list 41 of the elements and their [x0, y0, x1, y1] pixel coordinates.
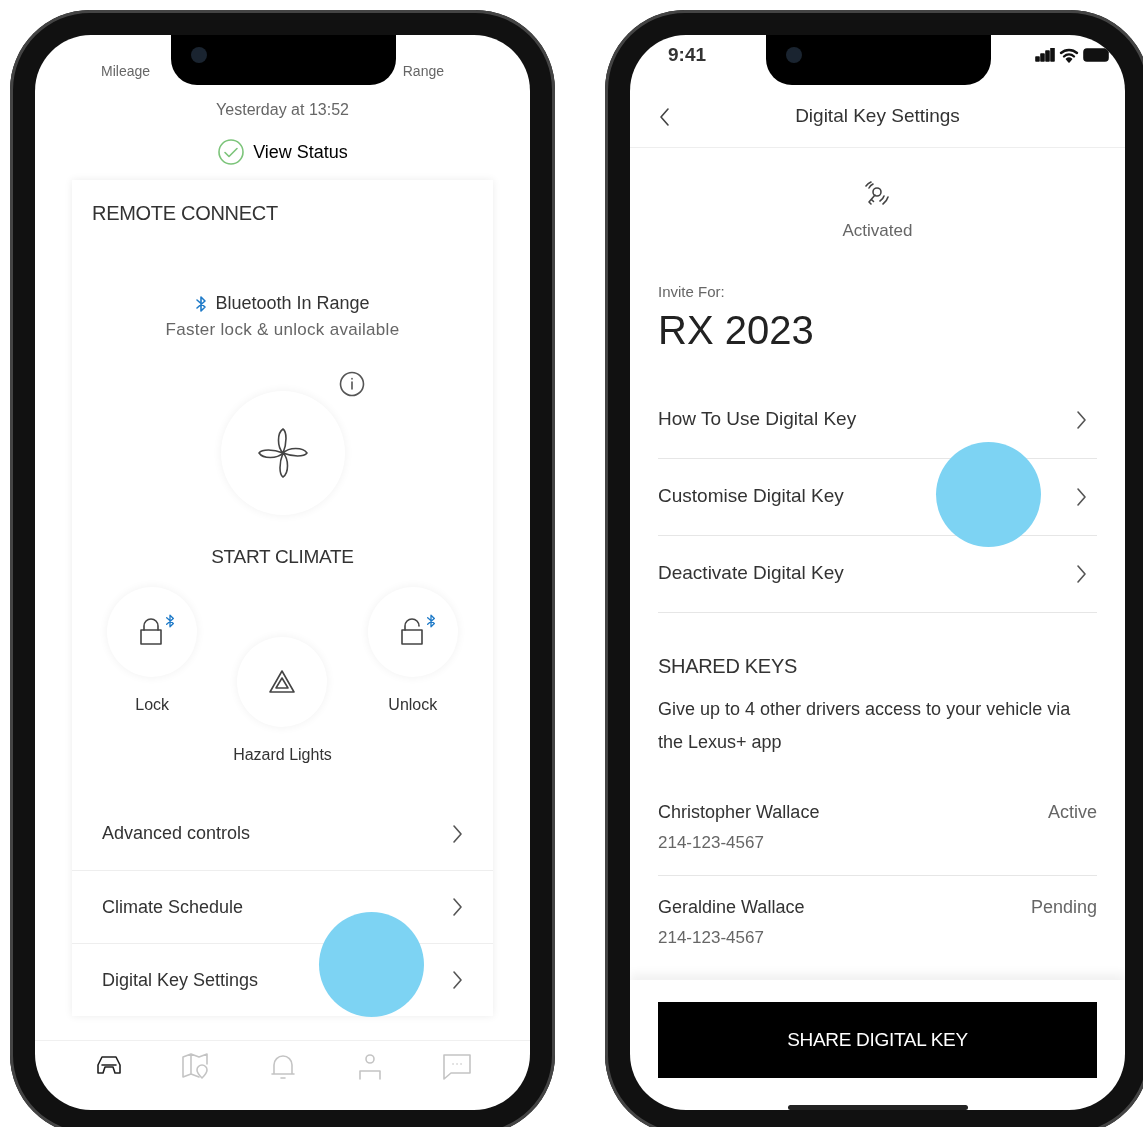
battery-icon	[1083, 48, 1111, 63]
contact-name: Geraldine Wallace	[658, 896, 805, 919]
info-icon	[339, 370, 365, 397]
chevron-right-icon	[1075, 486, 1087, 507]
chevron-right-icon	[451, 823, 463, 844]
screen-title: Digital Key Settings	[794, 103, 961, 128]
key-status: Activated	[842, 219, 913, 242]
control-label: Hazard Lights	[233, 745, 332, 765]
hazard-triangle-icon	[268, 668, 297, 696]
bluetooth-status: Bluetooth In Range	[215, 292, 370, 315]
stat-label: Range	[402, 62, 444, 81]
contact-status: Active	[1047, 800, 1097, 824]
stat-label: Mileage	[101, 62, 151, 81]
bluetooth-subtitle: Faster lock & unlock available	[164, 319, 401, 341]
menu-row[interactable]: Advanced controls	[72, 797, 493, 870]
contact-status: Pending	[1030, 896, 1097, 919]
card-title: REMOTE CONNECT	[91, 201, 279, 226]
invite-label: Invite For:	[658, 282, 726, 302]
updated-time: Yesterday at 13:52	[215, 100, 350, 120]
wifi-icon	[1059, 47, 1079, 63]
status-time: 9:41	[668, 43, 707, 67]
contact-phone: 214-123-4567	[658, 927, 765, 949]
control-label: Unlock	[388, 695, 438, 715]
signal-icon	[1035, 48, 1055, 63]
chevron-right-icon	[451, 970, 463, 990]
camera-lens	[785, 47, 802, 63]
start-climate-label: START CLIMATE	[210, 544, 355, 569]
vehicle-name: RX 2023	[658, 307, 815, 352]
view-status-link[interactable]: View Status	[217, 138, 348, 166]
control-label: Lock	[135, 695, 170, 715]
chevron-right-icon	[451, 897, 463, 917]
chevron-right-icon	[1075, 563, 1087, 584]
contact-name: Christopher Wallace	[658, 800, 820, 824]
section-title: SHARED KEYS	[658, 653, 798, 679]
contact-phone: 214-123-4567	[658, 831, 765, 854]
bluetooth-icon	[195, 294, 208, 313]
share-digital-key-button[interactable]: SHARE DIGITAL KEY	[658, 1002, 1097, 1078]
check-circle-icon	[217, 138, 246, 166]
chevron-right-icon	[1075, 409, 1087, 430]
section-description: Give up to 4 other drivers access to your vehicle via the Lexus+ app	[658, 697, 1072, 754]
camera-lens	[190, 47, 207, 63]
